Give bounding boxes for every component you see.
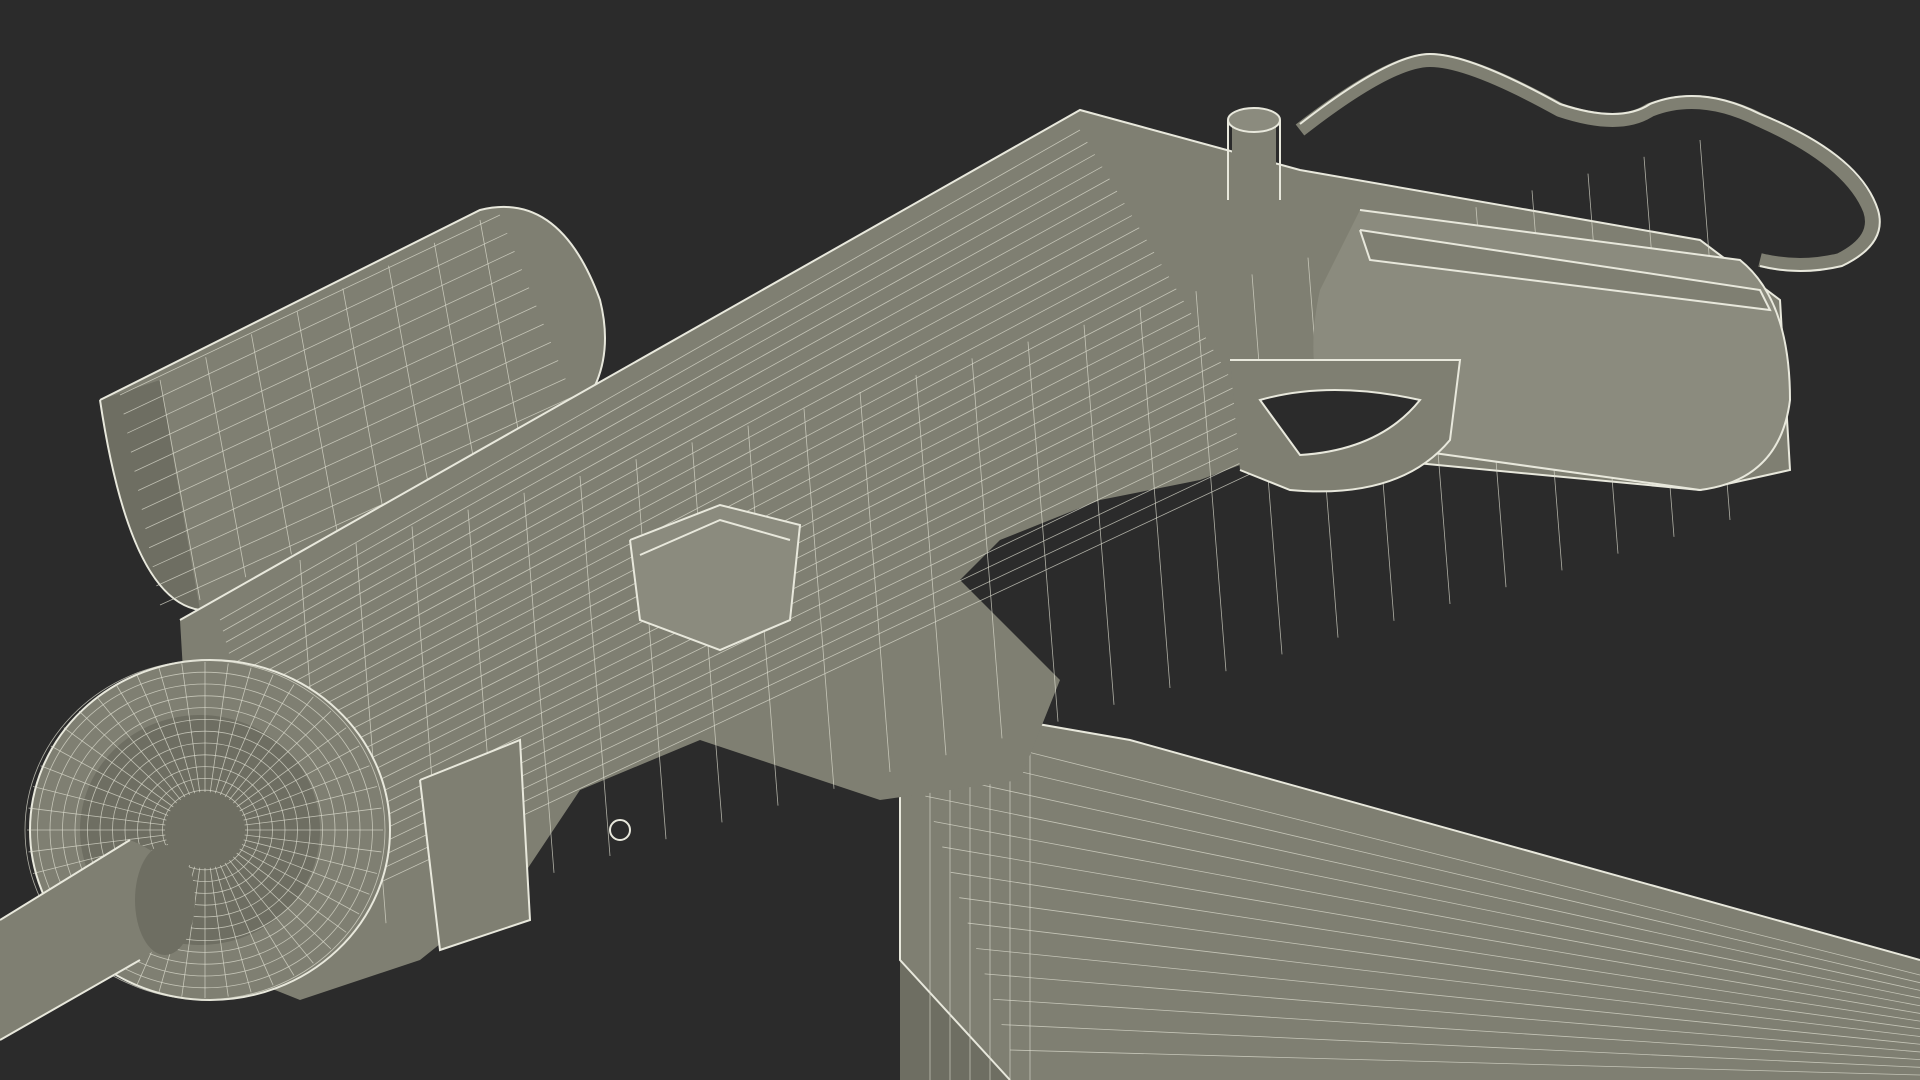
wireframe-model [0,52,1920,1080]
render-viewport [0,0,1920,1080]
trigger-guard [1230,359,1462,493]
front-post [1227,107,1281,200]
magazine [899,699,1920,1080]
